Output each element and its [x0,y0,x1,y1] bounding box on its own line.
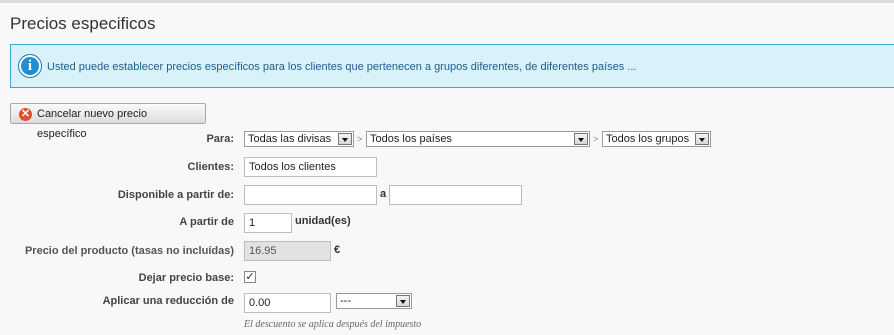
cancel-button-label: Cancelar nuevo precio específico [37,108,148,140]
para-label: Para: [206,133,234,145]
separator-arrow: > [593,134,599,144]
reduction-field[interactable]: 0.00 [244,293,331,313]
group-select[interactable]: Todos los grupos [602,131,711,147]
reduction-type-select[interactable]: --- [336,293,412,309]
a-partir-label: A partir de [179,216,234,228]
reduction-type-value: --- [340,295,351,307]
clientes-label: Clientes: [187,161,234,173]
group-select-value: Todos los grupos [606,133,690,145]
clientes-field[interactable]: Todos los clientes [244,157,377,177]
cancel-specific-price-button[interactable]: ✕ Cancelar nuevo precio específico [10,103,206,140]
date-from-field[interactable] [244,185,377,205]
info-text: Usted puede establecer precios específic… [47,61,637,73]
unit-label: unidad(es) [295,215,351,227]
chevron-down-icon [695,133,709,145]
product-price-field: 16.95 [244,241,331,261]
chevron-down-icon [396,295,410,307]
currency-select-value: Todas las divisas [248,133,332,145]
separator-arrow: > [357,134,363,144]
chevron-down-icon [574,133,588,145]
reduction-hint: El descuento se aplica después del impue… [244,319,422,330]
currency-select[interactable]: Todas las divisas [244,131,354,147]
quantity-field[interactable]: 1 [244,213,292,233]
date-to-label: a [380,188,387,200]
top-border [0,0,894,3]
disponible-label: Disponible a partir de: [117,189,234,201]
country-select-value: Todos los países [370,133,452,145]
date-to-field[interactable] [389,185,522,205]
dejar-base-label: Dejar precio base: [138,272,234,284]
reduccion-label: Aplicar una reducción de [102,295,234,307]
precio-label: Precio del producto (tasas no incluídas) [24,245,234,257]
currency-symbol: € [334,244,341,256]
info-icon: i [19,55,41,77]
leave-base-price-checkbox[interactable]: ✓ [244,271,256,283]
info-panel: i Usted puede establecer precios específ… [10,44,894,88]
page-title: Precios especificos [10,14,156,33]
country-select[interactable]: Todos los países [366,131,590,147]
x-circle-icon: ✕ [19,108,32,121]
chevron-down-icon [338,133,352,145]
